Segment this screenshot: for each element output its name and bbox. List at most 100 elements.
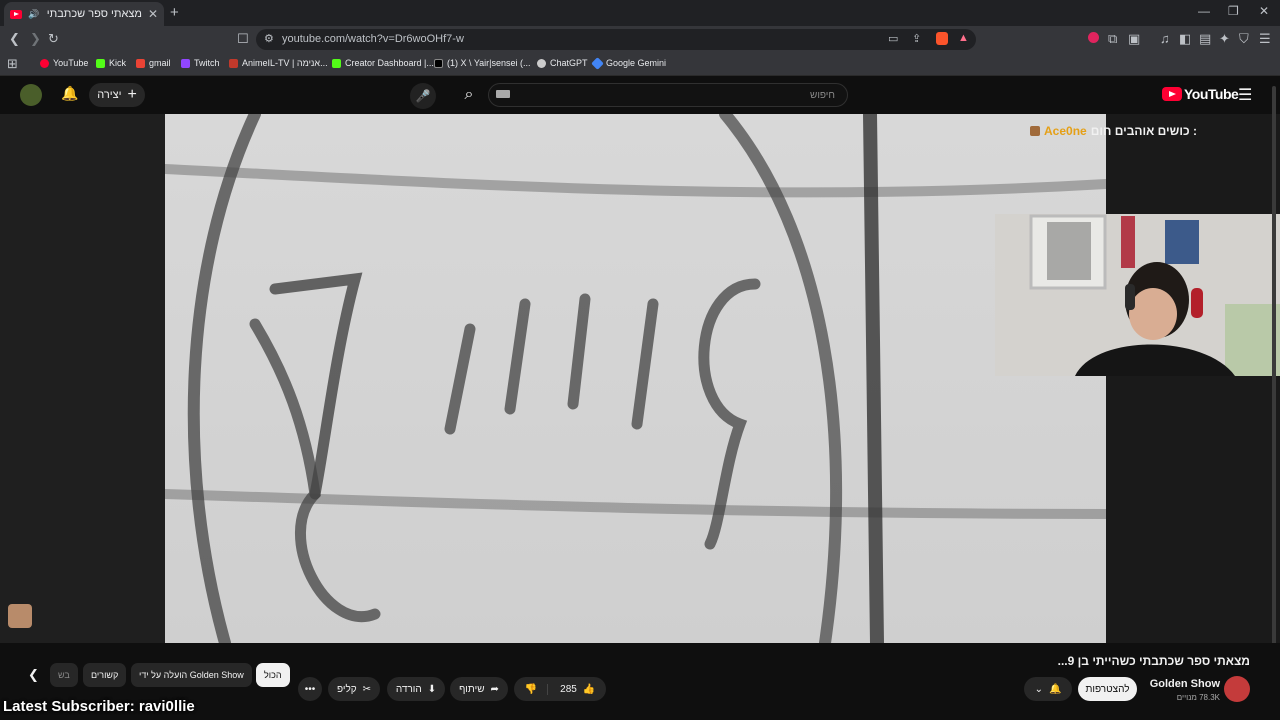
dislike-button[interactable]: 👎 [525, 683, 549, 695]
create-button[interactable]: יצירה + [89, 83, 145, 107]
extensions-icon[interactable]: ⧉ [1108, 31, 1117, 47]
youtube-logo[interactable]: YouTube [1162, 86, 1239, 102]
create-label: יצירה [97, 89, 122, 101]
share-label: שיתוף [459, 683, 485, 695]
bookmark-creator-dashboard[interactable]: Creator Dashboard |... [332, 58, 434, 68]
forward-icon[interactable]: ❯ [30, 31, 41, 47]
video-title: מצאתי ספר שכתבתי כשהייתי בן 9... [1057, 654, 1250, 668]
minimize-icon[interactable]: — [1198, 4, 1210, 18]
bookmark-chatgpt[interactable]: ChatGPT [537, 58, 588, 68]
channel-name[interactable]: Golden Show [1150, 678, 1220, 690]
chip-uploaded-by[interactable]: הועלה על ידי Golden Show [131, 663, 252, 687]
sidebar-icon[interactable]: ◧ [1179, 31, 1191, 47]
logo-text: YouTube [1184, 86, 1239, 102]
more-actions-button[interactable]: ••• [298, 677, 322, 701]
bookmarks-bar: ⊞ YouTube Kick gmail Twitch AnimeIL-TV |… [0, 52, 1280, 76]
notifications-bell-icon[interactable]: 🔔 [61, 85, 78, 102]
webcam-feed [995, 214, 1280, 376]
bookmark-x[interactable]: (1) X \ Yair|sensei (... [434, 58, 531, 68]
bookmark-kick[interactable]: Kick [96, 58, 126, 68]
bookmark-twitch[interactable]: Twitch [181, 58, 220, 68]
close-tab-icon[interactable]: ✕ [148, 7, 158, 21]
join-label: להצטרפות [1085, 683, 1130, 695]
chip-related[interactable]: קשורים [83, 663, 127, 687]
youtube-header: 🔔 יצירה + 🎤 ⌕ YouTube ☰ [0, 76, 1280, 114]
wallet-icon[interactable]: ▣ [1128, 31, 1140, 47]
stream-right-panel [1106, 114, 1280, 643]
chat-message: : כושים אוהבים חום Ace0ne [1030, 124, 1197, 138]
browser-toolbar: ❮ ❯ ↻ ☐ ⚙ youtube.com/watch?v=Dr6woOHf7-… [0, 26, 1280, 52]
page-scrollbar[interactable] [1272, 86, 1276, 716]
bookmark-gemini[interactable]: Google Gemini [591, 56, 667, 70]
stream-left-panel [0, 114, 165, 643]
bookmark-animeil[interactable]: AnimeIL-TV | אנימה... [229, 58, 328, 68]
record-extension-icon[interactable] [1088, 32, 1099, 43]
kick-icon [96, 58, 105, 68]
clip-button[interactable]: קליפ ✂ [328, 677, 380, 701]
youtube-play-icon [1162, 87, 1182, 101]
browser-tabstrip: 🔊 מצאתי ספר שכתבתי כשהייתי ✕ + — ❐ ✕ [0, 0, 1280, 26]
microphone-icon: 🎤 [415, 89, 431, 103]
guide-menu-icon[interactable]: ☰ [1238, 85, 1252, 105]
clip-label: קליפ [336, 683, 357, 695]
share-button[interactable]: שיתוף ➦ [450, 677, 508, 701]
chatgpt-icon [537, 58, 546, 68]
bookmark-label: (1) X \ Yair|sensei (... [447, 58, 531, 68]
speaker-icon[interactable]: 🔊 [28, 9, 39, 20]
chat-badge-icon [1030, 126, 1040, 136]
search-input[interactable] [488, 83, 848, 107]
close-window-icon[interactable]: ✕ [1259, 4, 1269, 18]
account-avatar[interactable] [20, 84, 42, 106]
notification-settings-button[interactable]: ⌄ 🔔 [1024, 677, 1072, 701]
chip-partial[interactable]: בש [50, 663, 78, 687]
youtube-favicon-icon [10, 9, 22, 19]
channel-avatar[interactable] [1224, 676, 1250, 702]
bookmark-youtube[interactable]: YouTube [40, 58, 88, 68]
media-icon[interactable]: ♫ [1160, 31, 1170, 46]
bookmark-label: Google Gemini [606, 58, 667, 68]
scissors-icon: ✂ [362, 683, 372, 695]
chevron-down-icon: ⌄ [1034, 683, 1043, 695]
like-button[interactable]: 👍 [583, 684, 595, 695]
share-icon: ➦ [490, 683, 499, 695]
chips-scroll-left-icon[interactable]: ❮ [28, 667, 39, 683]
brave-rewards-icon[interactable]: ▲ [958, 32, 969, 44]
bookmark-label: Twitch [194, 58, 220, 68]
browser-tab[interactable]: 🔊 מצאתי ספר שכתבתי כשהייתי ✕ [4, 2, 164, 26]
download-button[interactable]: הורדה ⬇ [387, 677, 445, 701]
video-player[interactable] [165, 114, 1106, 643]
back-icon[interactable]: ❮ [9, 31, 20, 47]
brave-shield-icon[interactable] [936, 32, 948, 45]
video-frame-handwriting [165, 114, 1106, 643]
keyboard-icon[interactable] [496, 90, 510, 98]
join-button[interactable]: להצטרפות [1078, 677, 1137, 701]
wallet-alt-icon[interactable]: ▤ [1199, 31, 1211, 47]
cast-icon[interactable]: ▭ [888, 32, 898, 45]
x-icon [434, 58, 443, 68]
bookmark-label: Creator Dashboard |... [345, 58, 434, 68]
reload-icon[interactable]: ↻ [48, 31, 59, 47]
restore-icon[interactable]: ❐ [1228, 4, 1239, 18]
address-bar[interactable]: ⚙ youtube.com/watch?v=Dr6woOHf7-w ▭ ⇪ ▲ [256, 29, 976, 50]
chip-label: קשורים [91, 670, 119, 680]
chip-all[interactable]: הכול [256, 663, 290, 687]
bookmark-gmail[interactable]: gmail [136, 58, 171, 68]
webcam-overlay [995, 214, 1280, 376]
share-page-icon[interactable]: ⇪ [912, 32, 921, 45]
gemini-icon [591, 56, 604, 70]
bell-icon: 🔔 [1048, 683, 1062, 695]
site-info-icon[interactable]: ⚙ [264, 32, 274, 45]
ai-icon[interactable]: ✦ [1219, 31, 1230, 47]
bookmark-label: YouTube [53, 58, 89, 68]
new-tab-button[interactable]: + [170, 4, 179, 21]
bookmark-icon[interactable]: ☐ [237, 31, 249, 47]
browser-menu-icon[interactable]: ☰ [1259, 31, 1271, 47]
voice-search-button[interactable]: 🎤 [410, 83, 436, 109]
vpn-icon[interactable]: ⛉ [1239, 31, 1249, 47]
animeil-icon [229, 58, 238, 68]
plus-icon: + [127, 86, 137, 103]
search-button[interactable]: ⌕ [456, 83, 482, 107]
tab-title: מצאתי ספר שכתבתי כשהייתי [45, 8, 142, 20]
apps-grid-icon[interactable]: ⊞ [7, 56, 18, 72]
download-label: הורדה [395, 683, 422, 695]
